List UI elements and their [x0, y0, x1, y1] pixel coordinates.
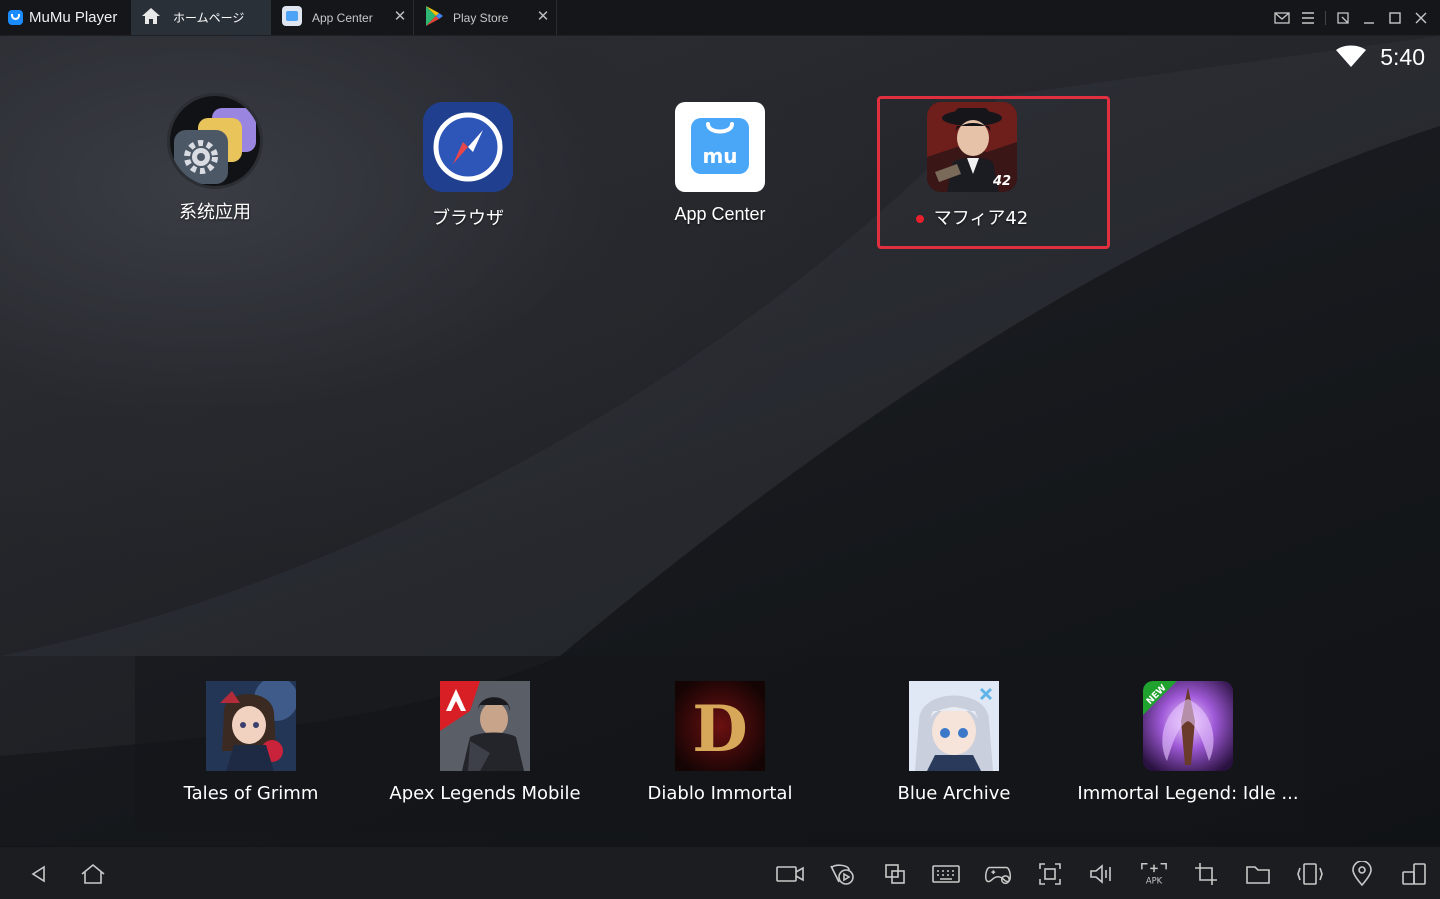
maximize-icon[interactable]: [1382, 5, 1408, 31]
bottom-toolbar: APK: [0, 847, 1440, 899]
location-icon[interactable]: [1348, 860, 1376, 888]
crop-icon[interactable]: [1192, 860, 1220, 888]
new-app-indicator: [915, 215, 924, 223]
svg-text:APK: APK: [1146, 875, 1163, 885]
volume-icon[interactable]: [1088, 860, 1116, 888]
app-system-apps[interactable]: 系统应用: [130, 96, 300, 224]
pin-icon[interactable]: [1330, 5, 1356, 31]
dock-app-tales-of-grimm[interactable]: Tales of Grimm: [136, 681, 366, 804]
tab-app-center-close-icon[interactable]: ✕: [393, 9, 407, 24]
app-app-center[interactable]: mu App Center: [635, 102, 805, 225]
screenshot-icon[interactable]: [1036, 860, 1064, 888]
app-center-icon: [281, 5, 303, 31]
tab-home-label: ホームページ: [173, 11, 245, 25]
status-bar: 5:40: [1336, 44, 1425, 71]
svg-text:mu: mu: [702, 144, 737, 168]
app-name: MuMu Player: [29, 9, 118, 26]
apk-install-icon[interactable]: APK: [1140, 860, 1168, 888]
tab-play-store-close-icon[interactable]: ✕: [536, 9, 550, 24]
dock-app-diablo-immortal[interactable]: D Diablo Immortal: [605, 681, 835, 804]
tales-of-grimm-icon: [206, 681, 296, 771]
home-icon: [141, 7, 161, 29]
svg-text:D: D: [692, 692, 748, 767]
minimize-icon[interactable]: [1356, 5, 1382, 31]
shake-icon[interactable]: [1296, 860, 1324, 888]
clock: 5:40: [1380, 44, 1425, 70]
dock-app-label: Diablo Immortal: [647, 783, 793, 804]
dock-app-label: Apex Legends Mobile: [389, 783, 581, 804]
dock-app-apex-legends[interactable]: Apex Legends Mobile: [370, 681, 600, 804]
app-label: ブラウザ: [432, 208, 504, 229]
app-label: App Center: [674, 204, 766, 224]
diablo-immortal-icon: D: [675, 681, 765, 771]
dock-app-blue-archive[interactable]: Blue Archive: [839, 681, 1069, 804]
menu-icon[interactable]: [1295, 5, 1321, 31]
app-browser[interactable]: ブラウザ: [383, 102, 553, 230]
dock-app-label: Blue Archive: [897, 783, 1011, 804]
mail-icon[interactable]: [1269, 5, 1295, 31]
android-home-screen: 5:40 系统应用 ブラウザ mu App Center 42 マフィア42 T…: [0, 36, 1440, 846]
window-controls: [1269, 0, 1440, 35]
play-store-icon: [424, 5, 444, 31]
tab-play-store[interactable]: Play Store ✕: [414, 0, 557, 35]
dock-app-immortal-legend[interactable]: NEW Immortal Legend: Idle ...: [1073, 681, 1303, 804]
title-bar: MuMu Player ホームページ App Center ✕ Play Sto…: [0, 0, 1440, 36]
blue-archive-icon: [909, 681, 999, 771]
multi-instance-icon[interactable]: [881, 860, 909, 888]
record-video-icon[interactable]: [776, 860, 804, 888]
separator: [1325, 10, 1326, 25]
svg-text:42: 42: [992, 174, 1011, 189]
app-label: マフィア42: [887, 204, 1057, 230]
app-mafia42[interactable]: 42 マフィア42: [887, 102, 1057, 230]
home-icon[interactable]: [79, 860, 107, 888]
app-brand: MuMu Player: [8, 0, 117, 35]
dock: Tales of Grimm Apex Legends Mobile D Dia…: [135, 656, 1305, 832]
dock-app-label: Immortal Legend: Idle ...: [1077, 783, 1299, 804]
browser-icon: [423, 102, 513, 192]
mumu-logo-icon: [8, 10, 23, 25]
tab-home[interactable]: ホームページ: [131, 0, 271, 35]
app-label-text: マフィア42: [933, 208, 1029, 229]
wifi-icon: [1336, 45, 1367, 71]
tab-play-store-label: Play Store: [453, 10, 509, 25]
mafia42-icon: 42: [927, 102, 1017, 192]
system-apps-icon: [170, 96, 260, 186]
app-label: 系统应用: [179, 202, 251, 223]
keyboard-icon[interactable]: [932, 860, 960, 888]
close-icon[interactable]: [1408, 5, 1434, 31]
gamepad-icon[interactable]: [984, 860, 1012, 888]
apex-legends-icon: [440, 681, 530, 771]
dock-app-label: Tales of Grimm: [183, 783, 319, 804]
folder-icon[interactable]: [1244, 860, 1272, 888]
app-center-icon: mu: [675, 102, 765, 192]
immortal-legend-icon: NEW: [1143, 681, 1233, 771]
tab-app-center-label: App Center: [312, 10, 373, 25]
rotate-icon[interactable]: [1400, 860, 1428, 888]
back-icon[interactable]: [25, 860, 53, 888]
tab-app-center[interactable]: App Center ✕: [271, 0, 414, 35]
operation-record-icon[interactable]: [829, 860, 857, 888]
